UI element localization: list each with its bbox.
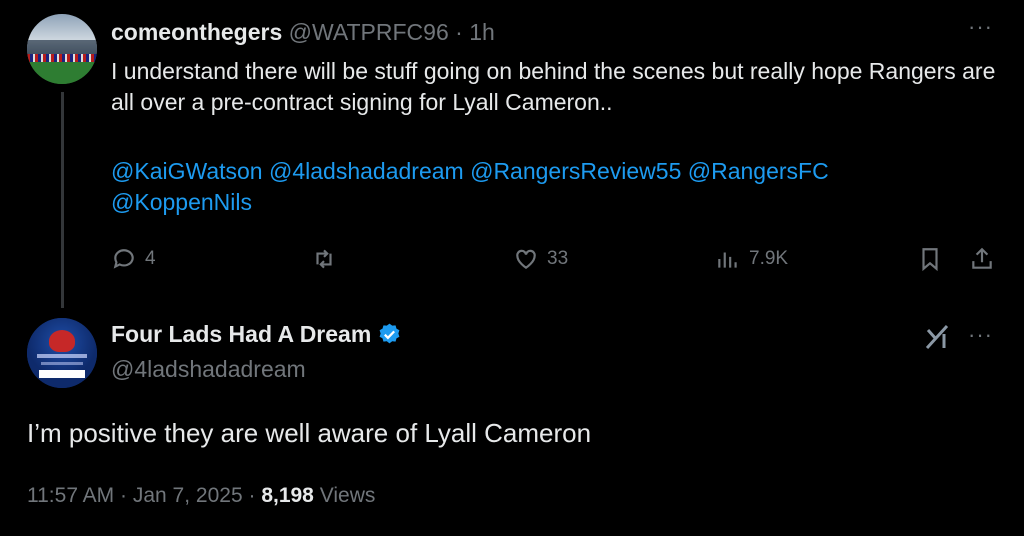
retweet-icon: [316, 249, 332, 269]
reply-time[interactable]: 11:57 AM: [27, 484, 114, 507]
reply-views-count[interactable]: 8,198: [261, 484, 314, 507]
mention-link[interactable]: @KaiGWatson: [111, 158, 263, 184]
like-button[interactable]: 33: [513, 246, 568, 272]
like-icon: [516, 249, 536, 269]
parent-handle[interactable]: @WATPRFC96: [289, 19, 449, 45]
views-count: 7.9K: [749, 248, 789, 269]
mention-link[interactable]: @4ladshadadream: [269, 158, 464, 184]
mention-link[interactable]: @RangersFC: [688, 158, 829, 184]
parent-action-bar: 4 33 7.9K: [111, 246, 1001, 280]
more-icon[interactable]: ···: [968, 324, 993, 346]
views-button[interactable]: 7.9K: [715, 246, 788, 272]
share-button[interactable]: [969, 246, 995, 272]
verified-badge-icon: [379, 323, 400, 343]
meta-separator: ·: [248, 484, 256, 507]
header-separator: ·: [455, 19, 463, 45]
reply-meta: 11:57 AM · Jan 7, 2025 · 8,198 Views: [27, 482, 375, 510]
bookmark-button[interactable]: [917, 246, 943, 272]
parent-tweet-text: I understand there will be stuff going o…: [111, 58, 996, 115]
views-icon: [718, 252, 737, 268]
reply-avatar[interactable]: [27, 318, 97, 388]
grok-icon[interactable]: [922, 322, 952, 352]
meta-separator: ·: [120, 484, 128, 507]
more-icon[interactable]: ···: [968, 16, 993, 38]
reply-button[interactable]: 4: [111, 246, 156, 272]
reply-views-label: Views: [319, 484, 376, 507]
reply-date[interactable]: Jan 7, 2025: [133, 484, 243, 507]
parent-mentions: @KaiGWatson @4ladshadadream @RangersRevi…: [111, 156, 991, 218]
mention-link[interactable]: @KoppenNils: [111, 189, 252, 215]
reply-display-name-row: Four Lads Had A Dream: [111, 320, 402, 348]
thread-connector-line: [61, 92, 64, 308]
retweet-button[interactable]: [311, 246, 337, 272]
mention-link[interactable]: @RangersReview55: [470, 158, 681, 184]
reply-count: 4: [145, 248, 156, 269]
like-count: 33: [547, 248, 569, 269]
reply-tweet-text: I’m positive they are well aware of Lyal…: [27, 418, 592, 448]
parent-username[interactable]: comeonthegers: [111, 19, 282, 45]
parent-avatar[interactable]: [27, 14, 97, 84]
bookmark-icon: [922, 248, 938, 272]
parent-time[interactable]: 1h: [469, 19, 495, 45]
share-icon: [972, 247, 992, 269]
reply-handle[interactable]: @4ladshadadream: [111, 355, 306, 383]
parent-header: comeonthegers @WATPRFC96 · 1h: [111, 18, 495, 46]
reply-icon: [113, 249, 134, 269]
reply-display-name[interactable]: Four Lads Had A Dream: [111, 320, 371, 348]
